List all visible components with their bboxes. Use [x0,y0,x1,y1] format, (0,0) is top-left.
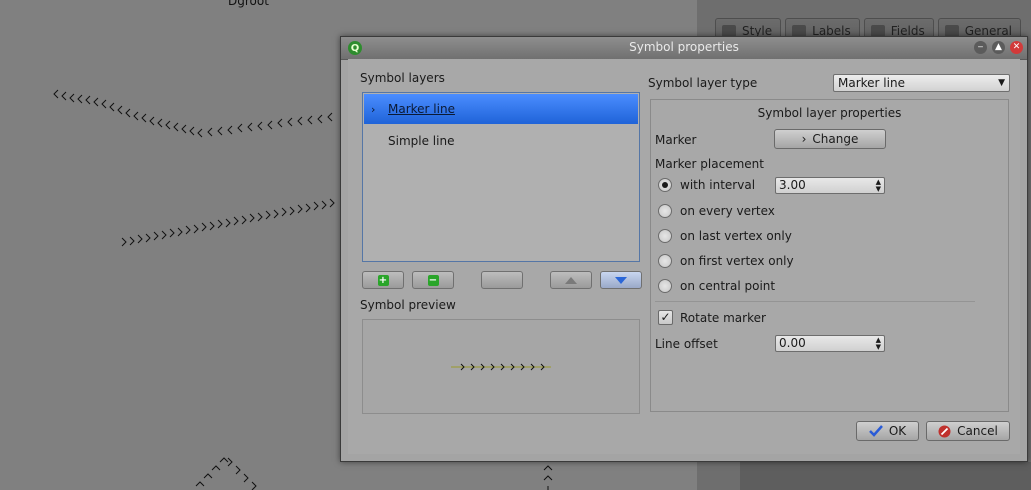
change-marker-button[interactable]: › Change [774,129,886,149]
map-feature-line [121,198,335,247]
checkmark-icon [868,425,883,437]
line-offset-label: Line offset [655,337,718,351]
chevron-right-icon: › [801,132,807,146]
layer-type-value: Marker line [838,76,905,90]
close-button[interactable]: ✕ [1010,41,1023,54]
map-feature-line [53,89,333,138]
map-feature-line [195,457,257,490]
change-button-label: Change [812,132,859,146]
with-interval-radio[interactable] [658,178,672,192]
properties-title: Symbol layer properties [757,106,902,120]
interval-value: 3.00 [779,178,806,192]
cancel-button[interactable]: Cancel [926,421,1010,441]
move-down-button[interactable] [600,271,642,289]
central-point-label: on central point [680,279,776,293]
last-vertex-label: on last vertex only [680,229,792,243]
cancel-icon [938,425,951,437]
symbol-preview [362,319,640,414]
first-vertex-radio[interactable] [658,254,672,268]
chevron-down-icon: ▼ [998,78,1005,88]
marker-label: Marker [655,133,697,147]
remove-layer-button[interactable]: − [412,271,454,289]
dialog-body: Symbol layers › Marker line Simple line … [348,59,1020,454]
rotate-marker-label: Rotate marker [680,311,766,325]
preview-line [451,363,551,371]
layer-type-select[interactable]: Marker line ▼ [833,74,1010,92]
panel-footer [740,462,1031,490]
layer-label: Marker line [388,102,455,116]
list-item[interactable]: Simple line [364,126,638,156]
central-point-radio[interactable] [658,279,672,293]
add-layer-button[interactable]: + [362,271,404,289]
maximize-button[interactable]: ▲ [992,41,1005,54]
every-vertex-label: on every vertex [680,204,775,218]
spin-arrows-icon[interactable]: ▲ ▼ [876,179,881,193]
map-feature-line [543,465,553,490]
last-vertex-radio[interactable] [658,229,672,243]
dialog-titlebar[interactable]: Q Symbol properties ‒ ▲ ✕ [341,37,1027,60]
symbol-preview-label: Symbol preview [360,298,456,312]
ok-label: OK [888,424,907,438]
interval-spinbox[interactable]: 3.00 ▲ ▼ [775,177,885,194]
every-vertex-radio[interactable] [658,204,672,218]
line-offset-value: 0.00 [779,336,806,350]
lock-layer-button[interactable] [481,271,523,289]
chevron-right-icon: › [371,102,376,116]
spin-arrows-icon[interactable]: ▲ ▼ [876,337,881,351]
symbol-properties-dialog: Q Symbol properties ‒ ▲ ✕ Symbol layers … [340,36,1028,462]
map-label: Dgroot [228,0,269,8]
rotate-marker-checkbox[interactable]: ✓ [658,310,673,325]
list-item[interactable]: › Marker line [364,94,638,124]
arrow-down-icon [615,276,627,284]
with-interval-label: with interval [680,178,756,192]
minus-icon: − [427,274,439,286]
divider [655,301,975,302]
layer-label: Simple line [388,134,455,148]
placement-label: Marker placement [655,157,764,171]
ok-button[interactable]: OK [856,421,919,441]
plus-icon: + [377,274,389,286]
dialog-title: Symbol properties [629,40,739,54]
first-vertex-label: on first vertex only [680,254,794,268]
line-offset-spinbox[interactable]: 0.00 ▲ ▼ [775,335,885,352]
arrow-up-icon [565,276,577,284]
minimize-button[interactable]: ‒ [974,41,987,54]
move-up-button[interactable] [550,271,592,289]
symbol-layers-label: Symbol layers [360,71,445,85]
cancel-label: Cancel [957,424,998,438]
symbol-layers-list[interactable]: › Marker line Simple line [362,92,640,262]
layer-type-label: Symbol layer type [648,76,758,90]
